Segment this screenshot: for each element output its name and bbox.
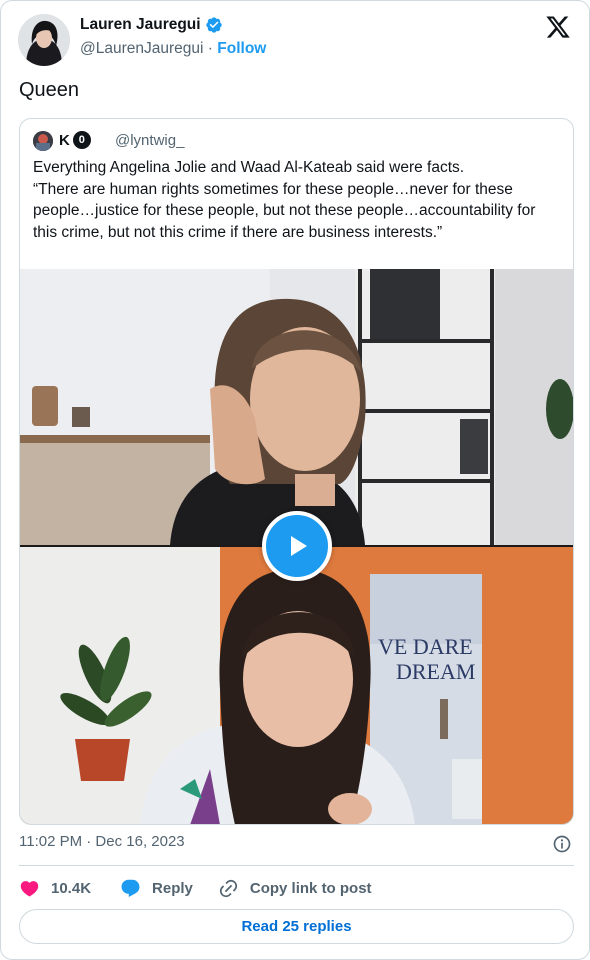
author-handle[interactable]: @LaurenJauregui xyxy=(80,40,203,57)
reply-label: Reply xyxy=(152,879,193,897)
post-timestamp[interactable]: 11:02 PM · Dec 16, 2023 xyxy=(19,833,185,850)
copy-link-button[interactable]: Copy link to post xyxy=(218,878,372,899)
copy-link-label: Copy link to post xyxy=(249,879,372,897)
action-bar: 10.4K Reply Copy link to post xyxy=(19,877,372,899)
x-logo-icon[interactable] xyxy=(545,14,571,40)
verified-badge-icon xyxy=(205,17,222,33)
quoted-author-handle[interactable]: @lyntwig_ xyxy=(115,132,184,149)
reply-button[interactable]: Reply xyxy=(120,878,193,899)
info-icon[interactable] xyxy=(552,834,572,854)
like-button[interactable]: 10.4K xyxy=(19,878,91,899)
quoted-post-text: Everything Angelina Jolie and Waad Al-Ka… xyxy=(33,159,536,241)
embedded-post-card: Lauren Jauregui @LaurenJauregui · Follow… xyxy=(0,0,590,960)
play-icon xyxy=(291,536,307,556)
author-handle-row: @LaurenJauregui · Follow xyxy=(80,40,266,58)
quoted-post[interactable]: K 0 @lyntwig_ Everything Angelina Jolie … xyxy=(19,118,574,825)
handle-separator: · xyxy=(207,40,213,57)
video-thumbnail[interactable]: VE DARE DREAM xyxy=(20,269,573,824)
link-icon xyxy=(219,879,237,897)
quoted-author-badge: 0 xyxy=(72,131,91,149)
like-count: 10.4K xyxy=(51,879,92,897)
quoted-author-name-text[interactable]: K xyxy=(59,132,70,149)
quoted-author-avatar[interactable] xyxy=(33,131,53,151)
post-text: Queen xyxy=(19,79,80,101)
poster-text-line2: DREAM xyxy=(396,659,475,684)
read-replies-button[interactable]: Read 25 replies xyxy=(19,909,574,944)
read-replies-label[interactable]: Read 25 replies xyxy=(241,918,351,935)
author-avatar[interactable] xyxy=(18,14,70,66)
follow-button[interactable]: Follow xyxy=(217,40,266,57)
author-name-text[interactable]: Lauren Jauregui xyxy=(80,16,201,34)
heart-icon xyxy=(20,880,39,897)
reply-bubble-icon xyxy=(121,879,140,897)
play-button[interactable] xyxy=(262,511,332,581)
quoted-author-name[interactable]: K 0 xyxy=(59,131,91,149)
divider xyxy=(19,865,574,866)
author-name[interactable]: Lauren Jauregui xyxy=(80,16,223,34)
poster-text-line1: VE DARE xyxy=(378,634,473,659)
